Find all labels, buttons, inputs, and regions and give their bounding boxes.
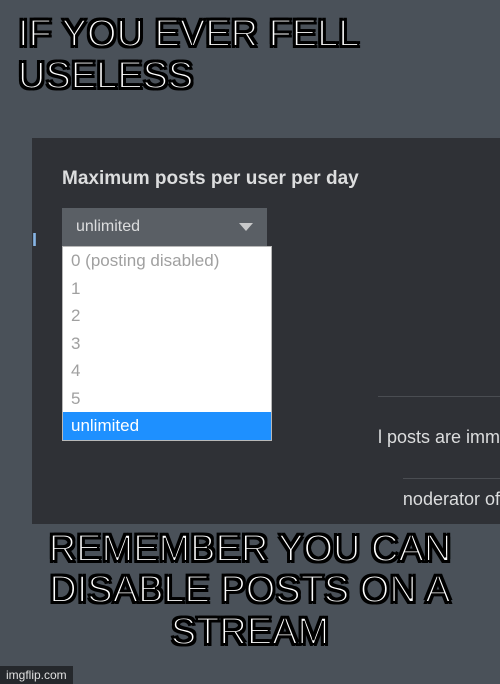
dropdown-option[interactable]: unlimited [63,412,271,440]
partial-edge-text: I [32,230,37,251]
dropdown-option[interactable]: 4 [63,357,271,385]
watermark: imgflip.com [0,666,73,684]
meme-top-text: IF YOU EVER FELL USELESS [0,14,500,98]
meme-bottom-text: REMEMBER YOU CAN DISABLE POSTS ON A STRE… [0,529,500,654]
dropdown-selected[interactable]: unlimited [62,208,267,246]
dropdown-option[interactable]: 3 [63,330,271,358]
posts-per-day-dropdown[interactable]: unlimited 0 (posting disabled)12345unlim… [62,208,267,246]
dropdown-option[interactable]: 2 [63,302,271,330]
setting-label: Maximum posts per user per day [62,168,500,190]
dropdown-option[interactable]: 5 [63,385,271,413]
dropdown-option[interactable]: 1 [63,275,271,303]
dropdown-list: 0 (posting disabled)12345unlimited [62,246,272,441]
partial-setting-text-2: noderator of [403,478,500,510]
chevron-down-icon [239,223,253,231]
partial-setting-text-1: l posts are imm [378,396,500,448]
settings-panel: Maximum posts per user per day unlimited… [32,138,500,524]
dropdown-option[interactable]: 0 (posting disabled) [63,247,271,275]
dropdown-selected-value: unlimited [76,218,140,236]
